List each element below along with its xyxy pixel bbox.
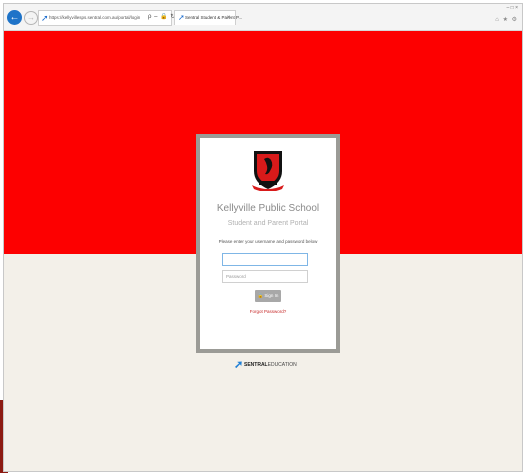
browser-icons[interactable]: ⌂ ★ ⚙ — [495, 15, 518, 25]
portal-name: Student and Parent Portal — [227, 220, 309, 227]
window-controls[interactable]: – □ × — [507, 5, 519, 12]
school-name: Kellyville Public School — [216, 203, 320, 214]
sentral-education-logo: ➚ SENTRALEDUCATION — [234, 359, 324, 371]
username-input[interactable] — [222, 253, 308, 266]
browser-tab[interactable]: ➚ Sentral Student & Parent P... × — [174, 10, 242, 25]
address-url[interactable]: https://kellyvillesps.sentral.com.au/por… — [49, 12, 140, 24]
tab-title: Sentral Student & Parent P... — [185, 15, 243, 20]
sentral-favicon-icon: ➚ — [178, 13, 185, 22]
sentral-favicon-icon: ➚ — [41, 13, 49, 23]
back-arrow-icon[interactable]: ← — [7, 10, 22, 25]
login-card: Kellyville Public School Student and Par… — [200, 138, 336, 349]
password-input[interactable]: Password — [222, 270, 308, 283]
tab-close-icon[interactable]: × — [227, 12, 231, 24]
sign-in-button[interactable]: 🔒 Sign In — [255, 290, 281, 302]
browser-window: ← → ➚ https://kellyvillesps.sentral.com.… — [3, 3, 523, 472]
password-placeholder: Password — [226, 274, 246, 279]
login-frame: Kellyville Public School Student and Par… — [196, 134, 340, 353]
footer-brand-bold: SENTRAL — [244, 362, 268, 368]
address-tools[interactable]: ρ – 🔒 ↻ — [148, 10, 176, 24]
page-content: Kellyville Public School Student and Par… — [4, 31, 522, 471]
forward-arrow-icon[interactable]: → — [24, 11, 38, 25]
school-crest-icon — [252, 151, 284, 191]
browser-toolbar: ← → ➚ https://kellyvillesps.sentral.com.… — [4, 4, 522, 31]
forgot-password-link[interactable]: Forgot Password? — [200, 309, 336, 315]
footer-brand: SENTRALEDUCATION — [244, 362, 297, 368]
login-instruction: Please enter your username and password … — [218, 239, 318, 244]
sentral-logo-icon: ➚ — [234, 359, 244, 371]
footer-brand-rest: EDUCATION — [267, 362, 297, 368]
